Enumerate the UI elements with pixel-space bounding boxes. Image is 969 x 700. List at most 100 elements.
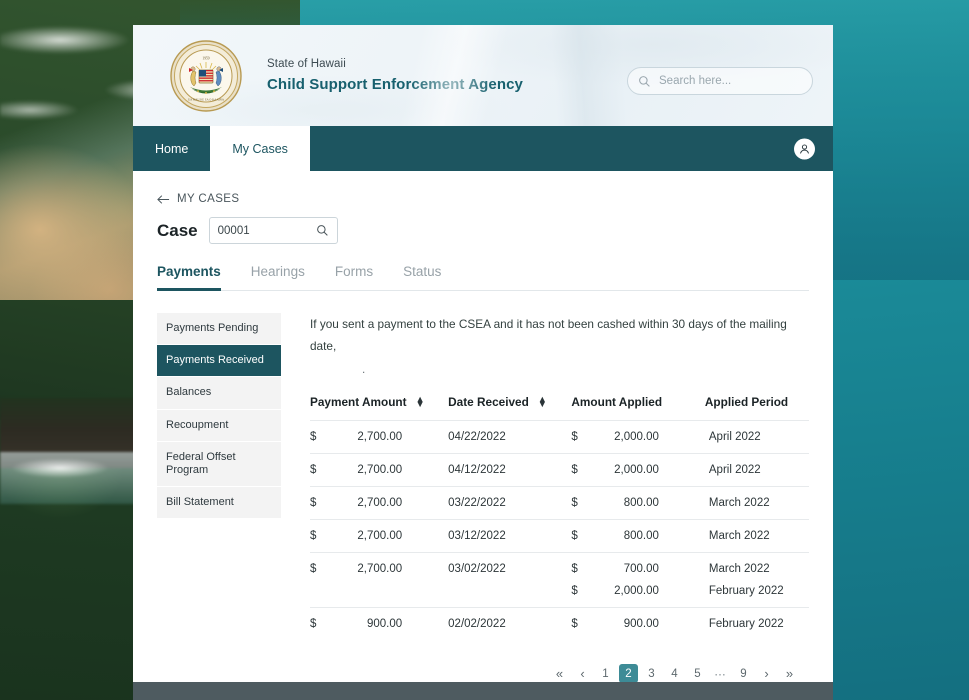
cell-payment-amount: 2,700.00 [330,552,449,586]
cell-amount-applied: 800.00 [591,519,705,553]
pagination-page-5[interactable]: 5 [688,664,707,682]
user-avatar-icon [800,143,809,154]
agency-name-label: Child Support Enforcement Agency [267,76,523,93]
tab-status[interactable]: Status [403,264,441,291]
sort-updown-icon[interactable]: ▲ ▼ [538,394,547,408]
pagination-page-1[interactable]: 1 [596,664,615,682]
user-avatar-button[interactable] [794,138,815,159]
tab-payments[interactable]: Payments [157,264,221,291]
cell-date-received: 03/12/2022 [448,519,572,553]
sidebar-item-federal-offset-program[interactable]: Federal Offset Program [157,441,281,488]
column-amount-applied: Amount Applied [571,395,704,421]
cell-payment-amount: 2,700.00 [330,519,449,553]
table-row[interactable]: $ 900.00 02/02/2022 $ 900.00 February 20… [310,607,809,641]
content-area: Payments Pending Payments Received Balan… [157,313,809,682]
cell-date-received: 02/02/2022 [448,607,572,641]
pagination-page-4[interactable]: 4 [665,664,684,682]
table-header: Payment Amount ▲ ▼ Date Received ▲ ▼ Amo… [310,394,809,421]
column-amount-applied-label: Amount Applied [571,395,663,410]
nav-item-home[interactable]: Home [133,126,210,171]
cell-amount-applied: 700.00 [591,552,705,586]
payment-notice-line2: . [362,361,366,376]
breadcrumb-label: MY CASES [177,193,240,205]
page-title: Case [157,220,198,240]
arrow-left-icon [157,194,170,204]
table-row[interactable]: $ 2,700.00 03/02/2022 $ 700.00 March 202… [310,552,809,586]
cell-applied-period: March 2022 [704,519,809,553]
sidebar-item-payments-received[interactable]: Payments Received [157,345,281,378]
pagination-next-button[interactable]: › [757,664,776,682]
cell-applied-period: April 2022 [704,420,809,454]
sidebar-item-recoupment[interactable]: Recoupment [157,409,281,442]
payment-notice-line1: If you sent a payment to the CSEA and it… [310,317,787,354]
pagination-page-3[interactable]: 3 [642,664,661,682]
column-applied-period-label: Applied Period [704,395,789,410]
table-row[interactable]: $ 2,700.00 04/12/2022 $ 2,000.00 April 2… [310,453,809,487]
cell-applied-currency: $ [571,585,578,598]
cell-applied-period: March 2022 [704,486,809,520]
case-number-input[interactable]: 00001 [208,217,338,244]
tab-hearings[interactable]: Hearings [251,264,305,291]
global-search-input[interactable]: Search here... [627,67,813,95]
table-row-sub[interactable]: $ 2,000.00 February 2022 [310,585,809,608]
cell-applied-period: March 2022 [704,552,809,586]
pagination-prev-button[interactable]: ‹ [573,664,592,682]
table-body: $ 2,700.00 04/22/2022 $ 2,000.00 April 2… [310,420,809,641]
cell-amount-applied: 2,000.00 [591,453,705,487]
search-icon [639,75,650,87]
cell-payment-amount: 2,700.00 [330,420,449,454]
masthead: STATE OF HAWAII 1959 [133,25,833,126]
table-row[interactable]: $ 2,700.00 04/22/2022 $ 2,000.00 April 2… [310,420,809,454]
cell-currency: $ [310,486,330,520]
nav-item-my-cases[interactable]: My Cases [210,126,310,171]
sidebar-item-bill-statement[interactable]: Bill Statement [157,487,281,520]
global-search-placeholder: Search here... [659,75,732,87]
pagination-first-button[interactable]: « [550,664,569,682]
tab-forms[interactable]: Forms [335,264,373,291]
cell-applied-currency: $ [571,420,592,454]
table-header-row: Payment Amount ▲ ▼ Date Received ▲ ▼ Amo… [310,394,809,421]
cell-date-received: 03/22/2022 [448,486,572,520]
cell-date-received: 04/22/2022 [448,420,572,454]
sidebar-item-payments-pending[interactable]: Payments Pending [157,313,281,346]
sort-updown-icon[interactable]: ▲ ▼ [416,394,425,408]
pagination-page-2[interactable]: 2 [619,664,638,682]
cell-currency-empty [310,585,330,608]
pagination-ellipsis: ⋯ [714,668,727,681]
cell-payment-amount-empty [330,585,448,608]
svg-text:UA MAU KE EA O KA AINA: UA MAU KE EA O KA AINA [188,97,225,101]
cell-payment-amount: 2,700.00 [330,486,449,520]
cell-amount-applied: 2,000.00 [591,420,705,454]
column-payment-amount[interactable]: Payment Amount ▲ ▼ [310,394,448,421]
payment-notice: If you sent a payment to the CSEA and it… [310,313,809,380]
cell-date-received: 03/02/2022 [448,552,572,586]
cell-amount-applied: 2,000.00 [614,585,659,598]
cell-date-received: 04/12/2022 [448,453,572,487]
pagination-last-button[interactable]: » [780,664,799,682]
hawaii-state-seal-icon: STATE OF HAWAII 1959 [170,40,242,112]
search-icon[interactable] [316,224,329,237]
cell-currency: $ [310,453,330,487]
payments-received-table: Payment Amount ▲ ▼ Date Received ▲ ▼ Amo… [310,394,809,641]
breadcrumb[interactable]: MY CASES [157,193,809,205]
cell-currency: $ [310,519,330,553]
cell-payment-amount: 2,700.00 [330,453,449,487]
pagination-page-9[interactable]: 9 [734,664,753,682]
footer-bar [133,682,833,700]
cell-payment-amount: 900.00 [330,607,449,641]
case-search-row: Case 00001 [157,217,809,244]
cell-date-received-empty [448,585,571,608]
payments-received-panel: If you sent a payment to the CSEA and it… [281,313,809,682]
agency-state-label: State of Hawaii [267,58,346,70]
cell-applied-currency: $ [571,486,592,520]
cell-amount-applied: 800.00 [591,486,705,520]
table-row[interactable]: $ 2,700.00 03/12/2022 $ 800.00 March 202… [310,519,809,553]
cell-applied-currency: $ [571,607,592,641]
cell-currency: $ [310,607,330,641]
svg-text:1959: 1959 [202,56,209,60]
cell-currency: $ [310,552,330,586]
table-row[interactable]: $ 2,700.00 03/22/2022 $ 800.00 March 202… [310,486,809,520]
sidebar-item-balances[interactable]: Balances [157,377,281,410]
cell-applied-currency: $ [571,453,592,487]
column-date-received[interactable]: Date Received ▲ ▼ [448,394,571,421]
